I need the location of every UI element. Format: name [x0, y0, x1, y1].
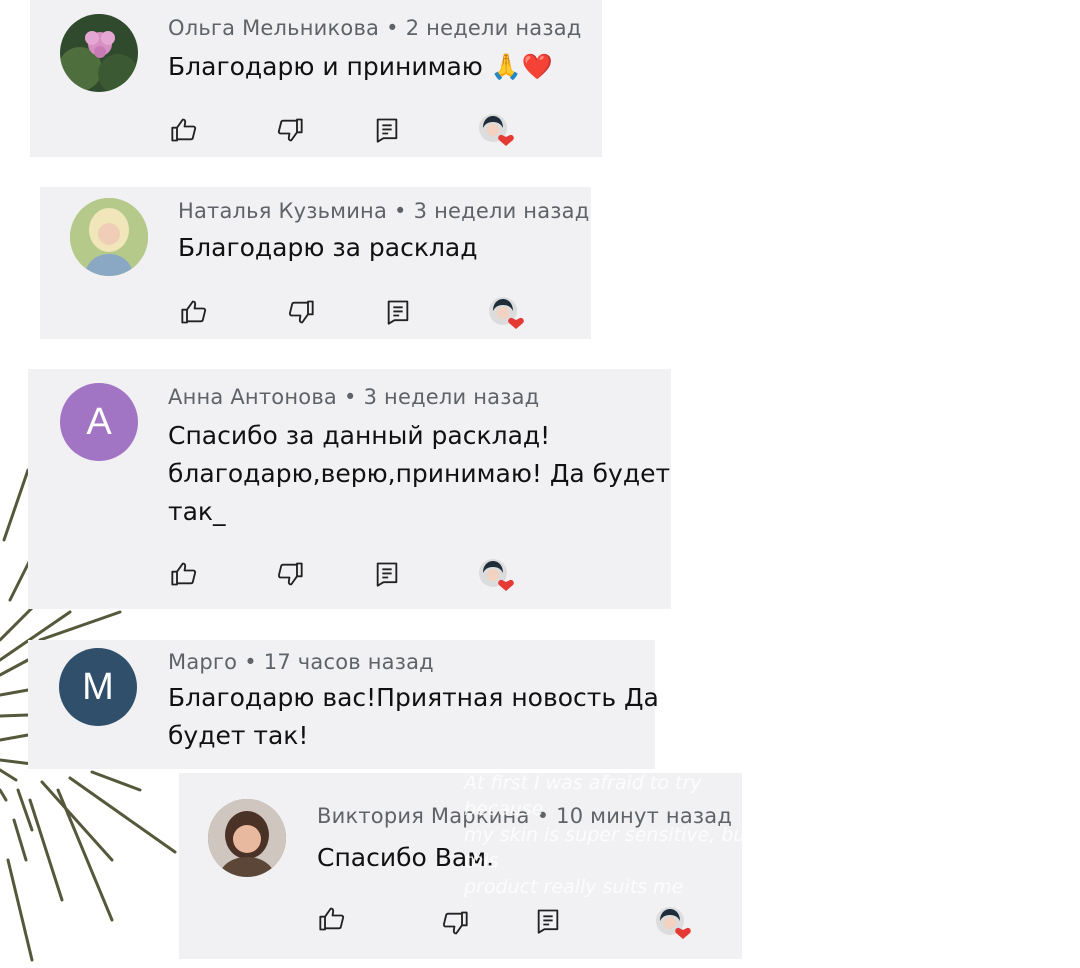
comment-meta: Анна Антонова • 3 недели назад: [168, 385, 540, 409]
thumb-up-icon[interactable]: [170, 560, 198, 588]
thumb-up-icon[interactable]: [170, 116, 198, 144]
comment-time[interactable]: 3 недели назад: [364, 385, 540, 409]
comment-card: А Анна Антонова • 3 недели назад Спасибо з…: [28, 369, 671, 609]
comment-time[interactable]: 3 недели назад: [414, 199, 590, 223]
comment-meta: Марго • 17 часов назад: [168, 650, 434, 674]
reply-icon[interactable]: [534, 907, 562, 935]
creator-heart-icon[interactable]: [477, 557, 517, 593]
comment-card: М Марго • 17 часов назад Благодарю вас!При…: [28, 640, 659, 769]
thumb-down-icon[interactable]: [287, 298, 315, 326]
comment-text: Благодарю вас!Приятная новость Да будет …: [168, 683, 659, 750]
comment-card: Наталья Кузьмина • 3 недели назад Благодар…: [40, 187, 591, 339]
reply-icon[interactable]: [373, 116, 401, 144]
thumb-down-icon[interactable]: [276, 116, 304, 144]
creator-heart-icon[interactable]: [487, 295, 527, 331]
thumb-down-icon[interactable]: [441, 909, 469, 937]
comment-time[interactable]: 2 недели назад: [406, 16, 582, 40]
comment-text: Благодарю и принимаю 🙏❤️: [168, 52, 554, 81]
thumb-up-icon[interactable]: [318, 905, 346, 933]
letter-avatar[interactable]: А: [60, 383, 138, 461]
author-name[interactable]: Наталья Кузьмина: [178, 199, 387, 223]
reply-icon[interactable]: [373, 560, 401, 588]
comment-card: Ольга Мельникова • 2 недели назад Благодар…: [30, 0, 602, 157]
comment-meta: Наталья Кузьмина • 3 недели назад: [178, 199, 590, 223]
comment-meta: Ольга Мельникова • 2 недели назад: [168, 16, 582, 40]
thumb-down-icon[interactable]: [276, 560, 304, 588]
comment-text: Благодарю за расклад: [178, 233, 478, 262]
thumb-up-icon[interactable]: [180, 298, 208, 326]
overlay-caption: At first I was afraid to try because my …: [464, 772, 753, 898]
author-name[interactable]: Марго: [168, 650, 237, 674]
comment-text: Спасибо за данный расклад! благодарю,вер…: [168, 421, 671, 526]
woman-photo-avatar-icon[interactable]: [70, 198, 148, 276]
creator-heart-icon[interactable]: [477, 112, 517, 148]
author-name[interactable]: Анна Антонова: [168, 385, 337, 409]
creator-heart-icon[interactable]: [654, 905, 694, 941]
author-name[interactable]: Ольга Мельникова: [168, 16, 379, 40]
letter-avatar[interactable]: М: [59, 648, 137, 726]
woman-photo-avatar-icon[interactable]: [208, 799, 286, 877]
flower-avatar-icon[interactable]: [60, 14, 138, 92]
comment-time[interactable]: 17 часов назад: [264, 650, 434, 674]
reply-icon[interactable]: [384, 298, 412, 326]
